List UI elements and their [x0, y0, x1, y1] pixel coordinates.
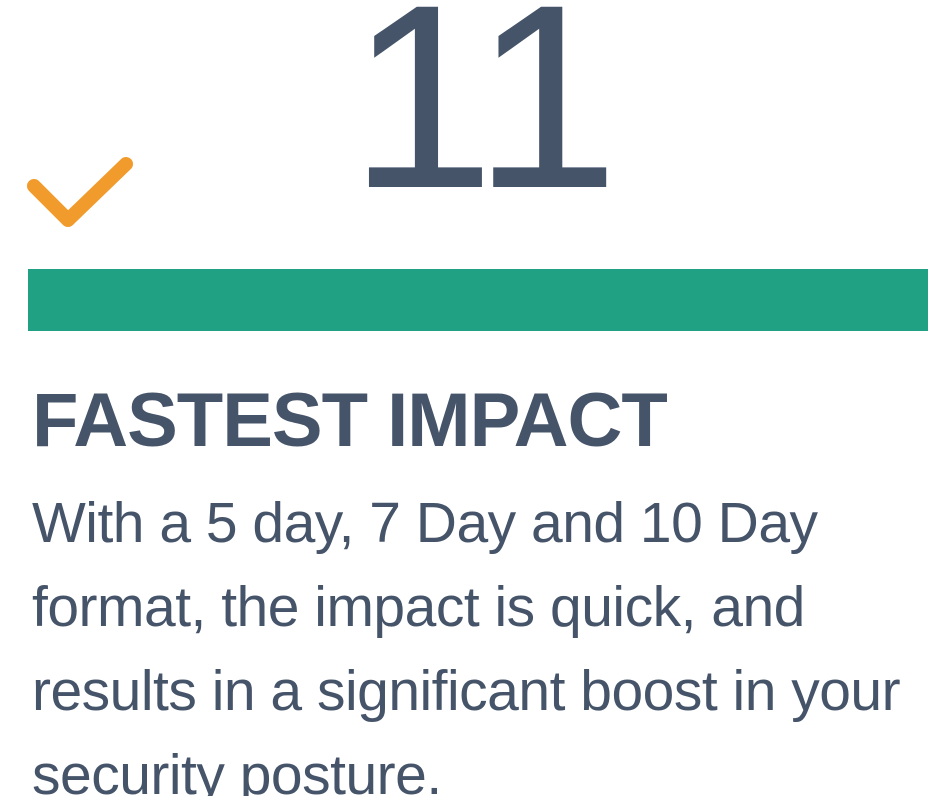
feature-headline: FASTEST IMPACT: [32, 378, 668, 463]
feature-card: 11 FASTEST IMPACT With a 5 day, 7 Day an…: [0, 0, 938, 796]
accent-divider-bar: [28, 269, 928, 331]
feature-description: With a 5 day, 7 Day and 10 Day format, t…: [32, 491, 901, 796]
stat-number: 11: [349, 0, 619, 243]
